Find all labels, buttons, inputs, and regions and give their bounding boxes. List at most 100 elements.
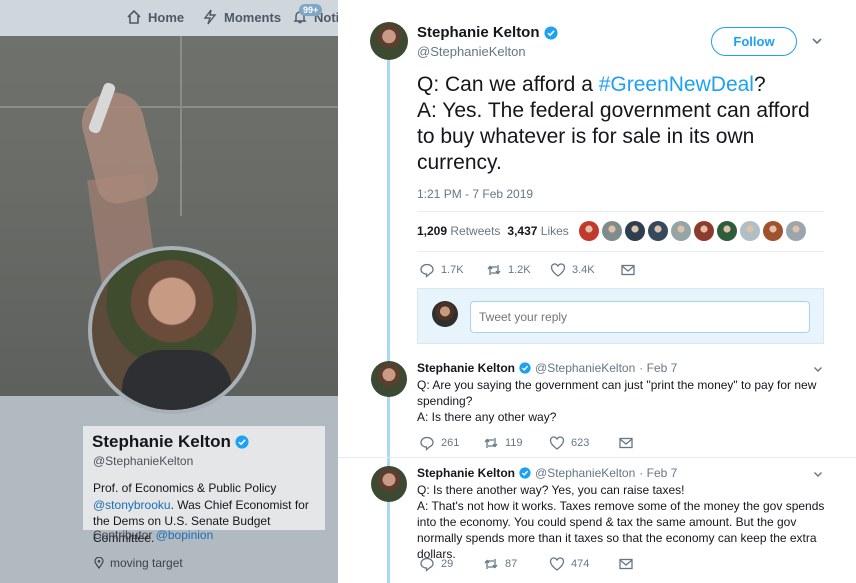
profile-name-text: Stephanie Kelton xyxy=(92,432,231,451)
home-icon xyxy=(127,9,141,24)
retweets-count: 1,209 xyxy=(417,224,448,238)
tweet-author-name[interactable]: Stephanie Kelton xyxy=(417,24,558,41)
reply-action[interactable]: 29 xyxy=(419,556,483,572)
liker-avatar[interactable] xyxy=(648,221,668,241)
liker-avatar[interactable] xyxy=(694,221,714,241)
divider xyxy=(417,211,824,212)
retweet-action[interactable]: 119 xyxy=(483,435,549,451)
reply-count: 29 xyxy=(441,558,454,570)
chevron-down-icon[interactable] xyxy=(812,468,824,480)
reply-text: Q: Is there another way? Yes, you can ra… xyxy=(417,482,827,562)
reply-date[interactable]: · Feb 7 xyxy=(639,466,677,480)
reply-author-handle[interactable]: @StephanieKelton xyxy=(535,466,635,480)
hashtag-link[interactable]: #GreenNewDeal xyxy=(599,73,754,96)
likes-stat[interactable]: 3,437 Likes xyxy=(507,224,568,238)
tweet-stats: 1,209 Retweets 3,437 Likes xyxy=(417,224,569,238)
liker-avatar[interactable] xyxy=(740,221,760,241)
reply-author-avatar[interactable] xyxy=(371,466,407,502)
nav-moments[interactable]: Moments xyxy=(202,9,281,25)
banner-board-line xyxy=(0,106,338,108)
bio-line1: Prof. of Economics & Public Policy xyxy=(93,481,277,495)
like-action[interactable]: 3.4K xyxy=(550,262,620,278)
liker-avatar[interactable] xyxy=(602,221,622,241)
like-action[interactable]: 623 xyxy=(549,435,618,451)
retweet-icon xyxy=(487,265,501,275)
nav-home-label: Home xyxy=(148,9,185,25)
reply-author-avatar[interactable] xyxy=(371,361,407,397)
reply-author-name[interactable]: Stephanie Kelton xyxy=(417,466,515,480)
nav-home[interactable]: Home xyxy=(126,9,184,25)
retweet-action[interactable]: 87 xyxy=(483,556,549,572)
profile-location: moving target xyxy=(93,556,183,570)
reply-action[interactable]: 261 xyxy=(419,435,483,451)
likes-count: 3,437 xyxy=(507,224,538,238)
message-action[interactable] xyxy=(618,556,634,572)
tweet-text-answer: A: Yes. The federal government can affor… xyxy=(417,99,810,174)
divider xyxy=(338,457,856,458)
retweet-count: 119 xyxy=(505,437,523,449)
nav-moments-label: Moments xyxy=(224,9,282,25)
like-count: 474 xyxy=(571,558,590,570)
reply-header: Stephanie Kelton @StephanieKelton · Feb … xyxy=(417,466,677,480)
liker-avatar[interactable] xyxy=(763,221,783,241)
bopinion-link[interactable]: @bopinion xyxy=(156,528,214,542)
reply-text-line2: A: That's not how it works. Taxes remove… xyxy=(417,499,825,561)
liker-avatar[interactable] xyxy=(671,221,691,241)
envelope-icon xyxy=(619,437,633,449)
retweet-action[interactable]: 1.2K xyxy=(486,262,550,278)
tweet-text-suffix: ? xyxy=(753,73,766,96)
thread-connector-line xyxy=(387,60,390,583)
reply-count: 261 xyxy=(441,437,460,449)
location-pin-icon xyxy=(94,557,104,569)
liker-avatar[interactable] xyxy=(579,221,599,241)
profile-page-background: Home Moments Notif 99+ Stephanie Kelton … xyxy=(0,0,338,583)
notification-badge: 99+ xyxy=(299,4,323,16)
reply-icon xyxy=(420,436,434,451)
profile-name: Stephanie Kelton xyxy=(92,432,249,452)
lightning-icon xyxy=(203,9,217,25)
reply-text: Q: Are you saying the government can jus… xyxy=(417,377,817,425)
heart-icon xyxy=(550,263,566,277)
tweet-author-handle[interactable]: @StephanieKelton xyxy=(417,44,526,59)
tweet-timestamp[interactable]: 1:21 PM - 7 Feb 2019 xyxy=(417,187,533,201)
tweet-text: Q: Can we afford a #GreenNewDeal? A: Yes… xyxy=(417,72,827,176)
contributor-label: Contributor xyxy=(93,528,156,542)
verified-icon xyxy=(235,435,249,449)
liker-avatar[interactable] xyxy=(786,221,806,241)
profile-handle[interactable]: @StephanieKelton xyxy=(93,454,193,468)
liker-avatar[interactable] xyxy=(717,221,737,241)
verified-icon xyxy=(519,467,531,479)
reply-text-line2: A: Is there any other way? xyxy=(417,410,557,424)
message-action[interactable] xyxy=(618,435,634,451)
reply-author-name[interactable]: Stephanie Kelton xyxy=(417,361,515,375)
reply-author-handle[interactable]: @StephanieKelton xyxy=(535,361,635,375)
tweet-author-avatar[interactable] xyxy=(370,22,408,60)
envelope-icon xyxy=(619,558,633,570)
chevron-down-icon[interactable] xyxy=(812,363,824,375)
reply-header: Stephanie Kelton @StephanieKelton · Feb … xyxy=(417,361,677,375)
reply-icon xyxy=(420,557,434,572)
likes-label: Likes xyxy=(540,224,569,238)
retweets-stat[interactable]: 1,209 Retweets xyxy=(417,224,500,238)
chevron-down-icon[interactable] xyxy=(810,34,824,48)
reply-action[interactable]: 1.7K xyxy=(419,262,486,278)
author-name-text: Stephanie Kelton xyxy=(417,24,540,41)
follow-button[interactable]: Follow xyxy=(711,27,797,56)
divider xyxy=(417,251,824,252)
profile-avatar[interactable] xyxy=(88,246,256,414)
message-action[interactable] xyxy=(620,262,636,278)
liker-avatar[interactable] xyxy=(625,221,645,241)
tweet-actions: 1.7K 1.2K 3.4K xyxy=(419,262,636,278)
retweet-icon xyxy=(484,438,498,448)
current-user-avatar xyxy=(432,301,458,327)
reply-actions: 29 87 474 xyxy=(419,556,634,572)
location-text: moving target xyxy=(110,556,183,570)
reply-date[interactable]: · Feb 7 xyxy=(639,361,677,375)
top-nav-bar: Home Moments Notif 99+ xyxy=(0,0,338,36)
likers-avatar-row xyxy=(579,221,806,241)
reply-count: 1.7K xyxy=(441,264,464,276)
verified-icon xyxy=(543,25,558,40)
like-action[interactable]: 474 xyxy=(549,556,618,572)
bio-stonybrook-link[interactable]: @stonybrooku xyxy=(93,498,171,512)
reply-input[interactable] xyxy=(470,301,810,333)
